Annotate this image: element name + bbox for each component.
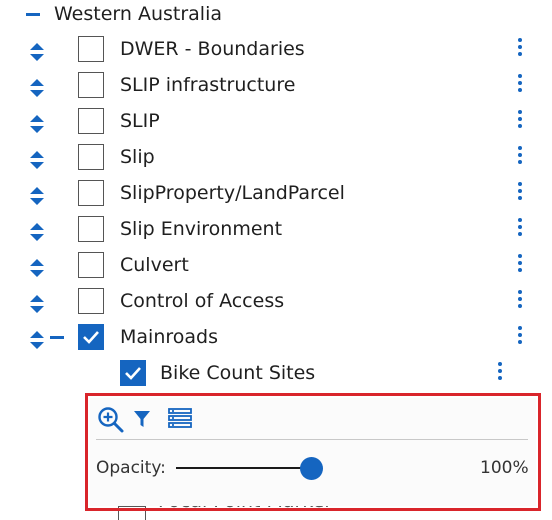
layer-label: DWER - Boundaries [120,38,305,60]
reorder-icon[interactable] [28,222,46,242]
layer-options-panel [90,398,536,506]
layer-checkbox[interactable] [78,180,104,206]
more-options-icon[interactable] [514,326,526,348]
layer-checkbox[interactable] [78,288,104,314]
layer-row-mainroads: Mainroads [0,320,552,356]
layer-label: SLIP [120,110,160,132]
filter-icon[interactable] [134,410,150,436]
group-title: Western Australia [54,3,223,25]
more-options-icon[interactable] [514,182,526,204]
layer-row: Slip [0,140,552,176]
layer-row: Control of Access [0,284,552,320]
more-options-icon[interactable] [514,146,526,168]
layer-checkbox[interactable] [78,36,104,62]
collapse-layer-button[interactable] [50,336,64,339]
opacity-value: 100% [480,458,529,478]
reorder-icon[interactable] [28,258,46,278]
layer-label: Culvert [120,254,189,276]
layer-checkbox[interactable] [78,252,104,278]
sublayer-checkbox[interactable] [120,360,146,386]
layer-row: SlipProperty/LandParcel [0,176,552,212]
reorder-icon[interactable] [28,294,46,314]
layer-row: SLIP infrastructure [0,68,552,104]
reorder-icon[interactable] [28,78,46,98]
opacity-slider-thumb[interactable] [300,457,323,480]
layer-label: Slip Environment [120,218,283,240]
more-options-icon[interactable] [514,110,526,132]
more-options-icon[interactable] [514,74,526,96]
more-options-icon[interactable] [514,290,526,312]
layer-label: SLIP infrastructure [120,74,296,96]
more-options-icon[interactable] [514,38,526,60]
attribute-table-icon[interactable] [168,408,192,434]
reorder-icon[interactable] [28,150,46,170]
layer-checkbox[interactable] [78,144,104,170]
more-options-icon[interactable] [514,218,526,240]
reorder-icon[interactable] [28,114,46,134]
layer-checkbox[interactable] [78,216,104,242]
opacity-slider-track[interactable] [176,467,312,469]
layer-label: Control of Access [120,290,285,312]
layer-label: SlipProperty/LandParcel [120,182,345,204]
zoom-to-layer-icon[interactable] [97,406,125,433]
partial-layer-checkbox[interactable] [118,506,146,520]
layer-label: Slip [120,146,155,168]
layer-checkbox[interactable] [78,72,104,98]
sublayer-row: Bike Count Sites [0,356,552,392]
more-options-icon[interactable] [514,254,526,276]
layer-label: Mainroads [120,326,218,348]
panel-divider [96,439,528,440]
layer-row: DWER - Boundaries [0,32,552,68]
sublayer-label: Bike Count Sites [160,362,316,384]
reorder-icon[interactable] [28,186,46,206]
opacity-label: Opacity: [96,458,166,478]
layer-checkbox[interactable] [78,324,104,350]
layer-checkbox[interactable] [78,108,104,134]
reorder-icon[interactable] [28,330,46,350]
layer-row: Slip Environment [0,212,552,248]
layer-row: Culvert [0,248,552,284]
reorder-icon[interactable] [28,42,46,62]
layer-row: SLIP [0,104,552,140]
collapse-group-button[interactable] [26,13,40,16]
more-options-icon[interactable] [494,362,506,384]
